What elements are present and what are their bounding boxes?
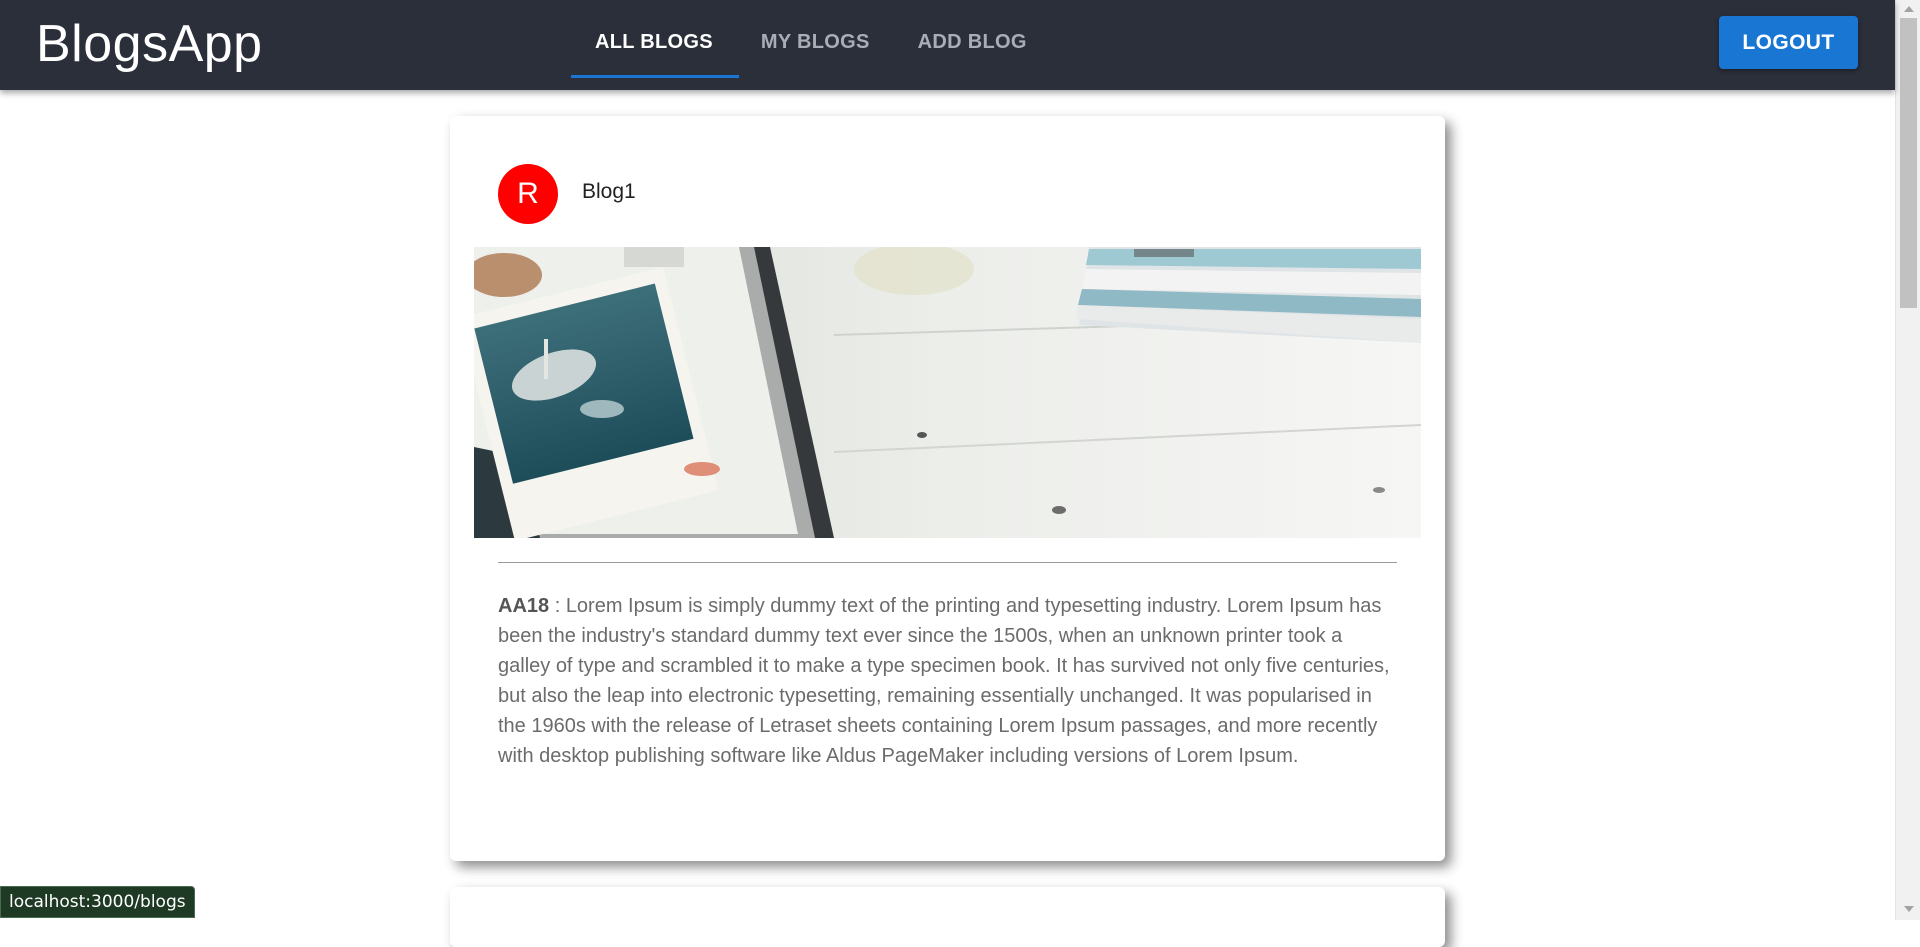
blog-code: AA18 <box>498 595 550 617</box>
divider <box>498 562 1397 563</box>
blog-card <box>450 887 1445 947</box>
tab-all-blogs[interactable]: ALL BLOGS <box>571 0 737 84</box>
scrollbar[interactable] <box>1895 0 1920 920</box>
blog-image <box>474 247 1421 538</box>
tab-my-blogs[interactable]: MY BLOGS <box>737 0 894 84</box>
blog-card: R Blog1 AA18: Lorem Ipsum is simply dum… <box>450 116 1445 861</box>
blog-description: AA18 : Lorem Ipsum is simply dummy text … <box>498 591 1398 771</box>
active-tab-indicator <box>571 75 739 78</box>
code-separator: : <box>549 595 566 617</box>
avatar: R <box>498 164 558 224</box>
app-bar: BlogsApp ALL BLOGS MY BLOGS ADD BLOG LOG… <box>0 0 1895 90</box>
logout-button[interactable]: LOGOUT <box>1719 16 1858 69</box>
blog-description-text: Lorem Ipsum is simply dummy text of the … <box>498 595 1390 767</box>
scrollbar-thumb[interactable] <box>1900 18 1917 308</box>
status-bar-url: localhost:3000/blogs <box>0 886 195 918</box>
blog-photo-graphic <box>474 247 1421 538</box>
blog-title: Blog1 <box>582 180 636 203</box>
app-title: BlogsApp <box>36 15 263 73</box>
scroll-up-arrow-icon[interactable] <box>1904 6 1914 12</box>
tab-add-blog[interactable]: ADD BLOG <box>894 0 1051 84</box>
scroll-down-arrow-icon[interactable] <box>1904 906 1914 912</box>
